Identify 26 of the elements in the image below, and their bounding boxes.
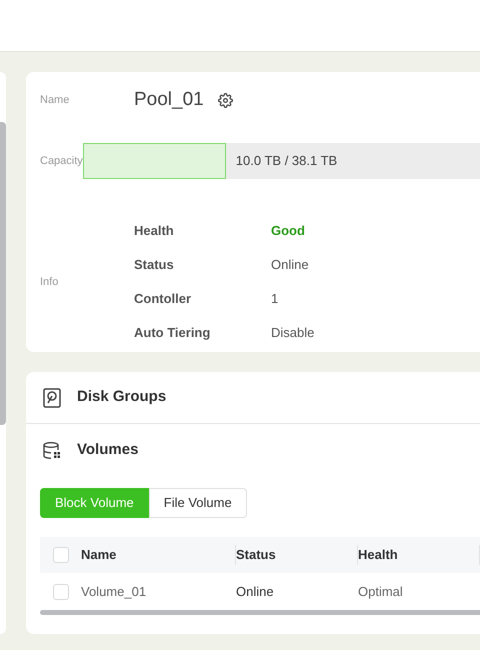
info-label: Health xyxy=(134,222,175,240)
info-value: 1 xyxy=(271,290,278,308)
pool-name: Pool_01 xyxy=(134,88,204,112)
settings-icon[interactable] xyxy=(218,92,233,108)
volume-tab[interactable]: File Volume xyxy=(148,488,247,518)
table-cell-text: Volume_01 xyxy=(81,582,148,601)
capacity-reading: 10.0 TB / 38.1 TB xyxy=(236,152,338,170)
checkbox[interactable] xyxy=(52,584,68,600)
info-value: Disable xyxy=(271,324,314,342)
info-value: Online xyxy=(271,256,309,274)
info-label: Contoller xyxy=(134,290,192,308)
field-label: Name xyxy=(40,92,70,108)
checkbox[interactable] xyxy=(52,547,68,563)
field-label: Capacity xyxy=(40,154,83,169)
info-label: Status xyxy=(134,256,175,274)
column-header: Health xyxy=(358,546,398,564)
column-header: Name xyxy=(81,546,116,564)
info-value: Good xyxy=(271,222,305,240)
section-title: Volumes xyxy=(77,440,138,460)
database-icon xyxy=(43,442,61,458)
table-cell-text: Online xyxy=(236,582,275,601)
info-label: Auto Tiering xyxy=(134,324,212,342)
table-cell-text: Optimal xyxy=(358,582,404,601)
section-title: Disk Groups xyxy=(77,387,166,408)
column-header: Status xyxy=(236,546,276,564)
field-label: Info xyxy=(40,274,60,290)
